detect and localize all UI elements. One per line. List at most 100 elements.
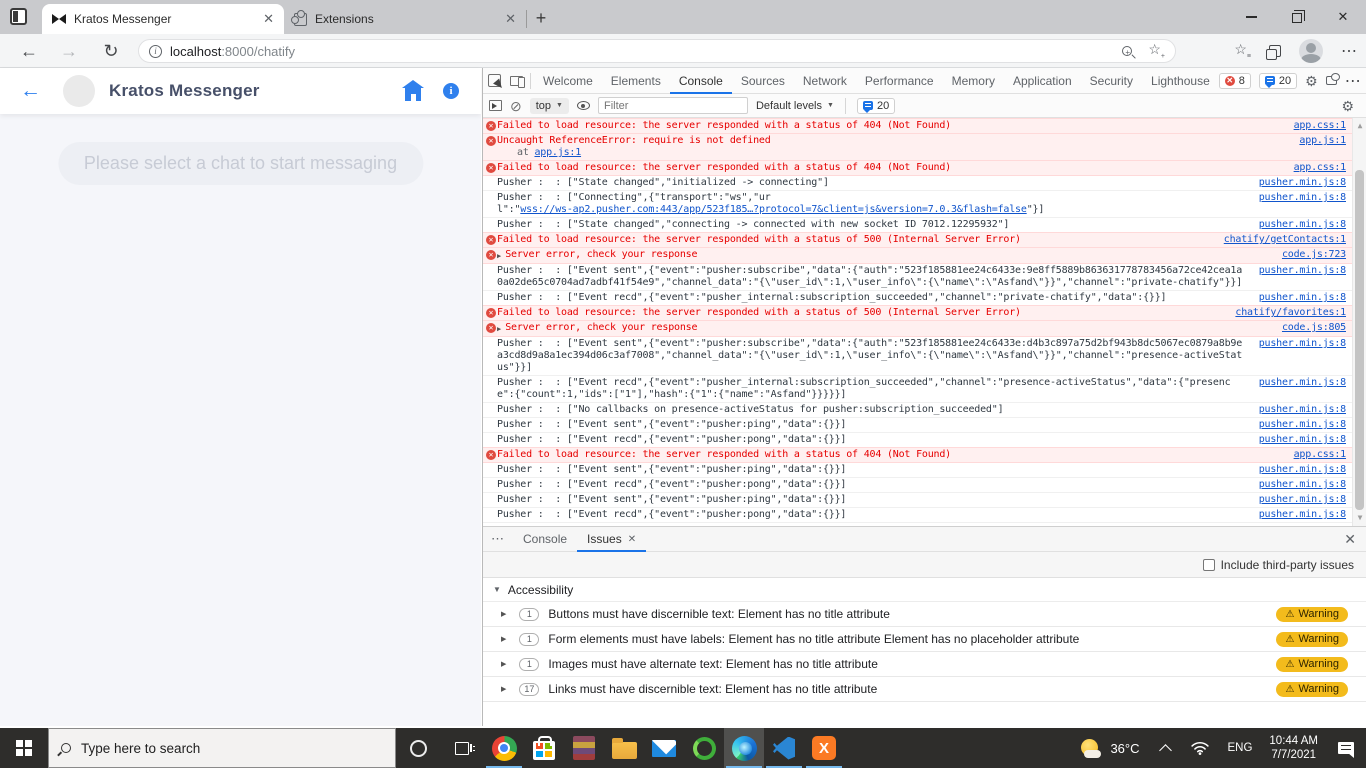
stack-link[interactable]: app.js:1 — [534, 147, 581, 158]
expand-triangle-icon[interactable]: ▶ — [497, 323, 501, 335]
vertical-tabs-icon[interactable] — [10, 8, 27, 25]
tab-console[interactable]: Console — [670, 68, 732, 94]
favorites-bar-icon[interactable]: ☆≡ — [1234, 42, 1251, 60]
source-link[interactable]: app.css:1 — [1294, 162, 1346, 174]
back-icon[interactable]: ← — [14, 34, 44, 68]
close-button[interactable]: ✕ — [1320, 0, 1366, 34]
error-count-chip[interactable]: ✕8 — [1219, 73, 1251, 89]
source-link[interactable]: app.css:1 — [1294, 120, 1346, 132]
tab-performance[interactable]: Performance — [856, 68, 943, 94]
cortana-button[interactable] — [396, 728, 440, 768]
new-tab-button[interactable]: + — [527, 4, 555, 32]
settings-gear-icon[interactable]: ⚙ — [1305, 74, 1318, 88]
app-avatar[interactable] — [63, 75, 95, 107]
source-link[interactable]: chatify/getContacts:1 — [1224, 234, 1346, 246]
clock[interactable]: 10:44 AM 7/7/2021 — [1261, 734, 1326, 762]
minimize-button[interactable] — [1228, 0, 1274, 34]
drawer-menu-icon[interactable]: ⋯ — [483, 531, 513, 547]
source-link[interactable]: pusher.min.js:8 — [1259, 404, 1346, 416]
console-scrollbar[interactable]: ▲ ▼ — [1352, 118, 1366, 526]
taskbar-store[interactable] — [524, 728, 564, 768]
issue-row[interactable]: ▶ 1 Form elements must have labels: Elem… — [483, 627, 1366, 652]
source-link[interactable]: pusher.min.js:8 — [1259, 434, 1346, 446]
live-expression-icon[interactable] — [577, 101, 590, 110]
source-link[interactable]: app.js:1 — [1299, 135, 1346, 147]
site-info-icon[interactable]: i — [149, 45, 162, 58]
taskbar-chrome[interactable] — [484, 728, 524, 768]
source-link[interactable]: pusher.min.js:8 — [1259, 192, 1346, 204]
console-filter-input[interactable] — [598, 97, 748, 114]
search-input[interactable] — [81, 741, 383, 756]
tab-close-icon[interactable]: ✕ — [263, 11, 274, 27]
home-icon[interactable] — [405, 88, 421, 101]
feedback-icon[interactable] — [1326, 76, 1337, 85]
tab-memory[interactable]: Memory — [943, 68, 1004, 94]
issues-count-chip[interactable]: 20 — [857, 98, 895, 114]
websocket-url-link[interactable]: wss://ws-ap2.pusher.com:443/app/523f185…… — [520, 204, 1026, 215]
source-link[interactable]: pusher.min.js:8 — [1259, 265, 1346, 277]
source-link[interactable]: pusher.min.js:8 — [1259, 419, 1346, 431]
issues-section-accessibility[interactable]: ▼ Accessibility — [483, 578, 1366, 602]
clear-console-icon[interactable]: ⊘ — [510, 99, 522, 113]
devtools-menu-icon[interactable]: ⋯ — [1345, 71, 1362, 91]
taskbar-search[interactable] — [48, 728, 396, 768]
console-sidebar-icon[interactable] — [489, 100, 502, 111]
inspect-element-icon[interactable] — [483, 69, 505, 93]
taskbar-vscode[interactable] — [764, 728, 804, 768]
source-link[interactable]: pusher.min.js:8 — [1259, 292, 1346, 304]
source-link[interactable]: pusher.min.js:8 — [1259, 377, 1346, 389]
app-back-icon[interactable]: ← — [20, 79, 41, 103]
execution-context-dropdown[interactable]: top▼ — [530, 98, 569, 114]
forward-icon[interactable]: → — [54, 34, 84, 68]
taskbar-edge[interactable] — [724, 728, 764, 768]
source-link[interactable]: pusher.min.js:8 — [1259, 219, 1346, 231]
tab-close-icon[interactable]: ✕ — [628, 534, 636, 545]
expand-triangle-icon[interactable]: ▶ — [501, 635, 506, 643]
restore-button[interactable] — [1274, 0, 1320, 34]
source-link[interactable]: pusher.min.js:8 — [1259, 338, 1346, 350]
wifi-indicator[interactable] — [1182, 741, 1218, 755]
tab-close-icon[interactable]: ✕ — [505, 11, 516, 27]
source-link[interactable]: pusher.min.js:8 — [1259, 479, 1346, 491]
info-icon[interactable]: i — [443, 83, 459, 99]
start-button[interactable] — [0, 728, 48, 768]
tab-extensions[interactable]: Extensions ✕ — [284, 4, 526, 34]
expand-triangle-icon[interactable]: ▶ — [501, 610, 506, 618]
collapse-triangle-icon[interactable]: ▼ — [493, 585, 501, 594]
add-favorite-icon[interactable]: ☆+ — [1148, 42, 1165, 60]
drawer-close-icon[interactable]: ✕ — [1344, 531, 1366, 548]
tab-application[interactable]: Application — [1004, 68, 1081, 94]
console-settings-icon[interactable]: ⚙ — [1341, 99, 1360, 113]
source-link[interactable]: app.css:1 — [1294, 449, 1346, 461]
source-link[interactable]: code.js:723 — [1282, 249, 1346, 261]
taskbar-xampp[interactable]: X — [804, 728, 844, 768]
tab-elements[interactable]: Elements — [602, 68, 670, 94]
tab-sources[interactable]: Sources — [732, 68, 794, 94]
source-link[interactable]: pusher.min.js:8 — [1259, 464, 1346, 476]
issue-row[interactable]: ▶ 17 Links must have discernible text: E… — [483, 677, 1366, 702]
source-link[interactable]: pusher.min.js:8 — [1259, 494, 1346, 506]
tab-welcome[interactable]: Welcome — [534, 68, 602, 94]
taskbar-mail[interactable] — [644, 728, 684, 768]
taskbar-recorder[interactable] — [684, 728, 724, 768]
action-center-icon[interactable] — [1338, 742, 1354, 754]
source-link[interactable]: chatify/favorites:1 — [1235, 307, 1346, 319]
source-link[interactable]: code.js:805 — [1282, 322, 1346, 334]
taskbar-explorer[interactable] — [604, 728, 644, 768]
expand-triangle-icon[interactable]: ▶ — [501, 660, 506, 668]
log-levels-dropdown[interactable]: Default levels▼ — [756, 100, 834, 112]
issue-row[interactable]: ▶ 1 Images must have alternate text: Ele… — [483, 652, 1366, 677]
tab-lighthouse[interactable]: Lighthouse — [1142, 68, 1219, 94]
taskbar-winrar[interactable] — [564, 728, 604, 768]
third-party-checkbox[interactable] — [1203, 559, 1215, 571]
drawer-tab-issues[interactable]: Issues✕ — [577, 526, 646, 552]
device-toolbar-icon[interactable] — [505, 69, 527, 93]
browser-menu-icon[interactable]: ⋯ — [1341, 41, 1358, 61]
refresh-icon[interactable]: ↻ — [96, 34, 126, 68]
weather-widget[interactable]: 36°C — [1071, 739, 1149, 758]
source-link[interactable]: pusher.min.js:8 — [1259, 509, 1346, 521]
tab-kratos-messenger[interactable]: Kratos Messenger ✕ — [42, 4, 284, 34]
task-view-button[interactable] — [440, 728, 484, 768]
scrollbar-thumb[interactable] — [1355, 170, 1364, 510]
language-indicator[interactable]: ENG — [1218, 742, 1261, 754]
